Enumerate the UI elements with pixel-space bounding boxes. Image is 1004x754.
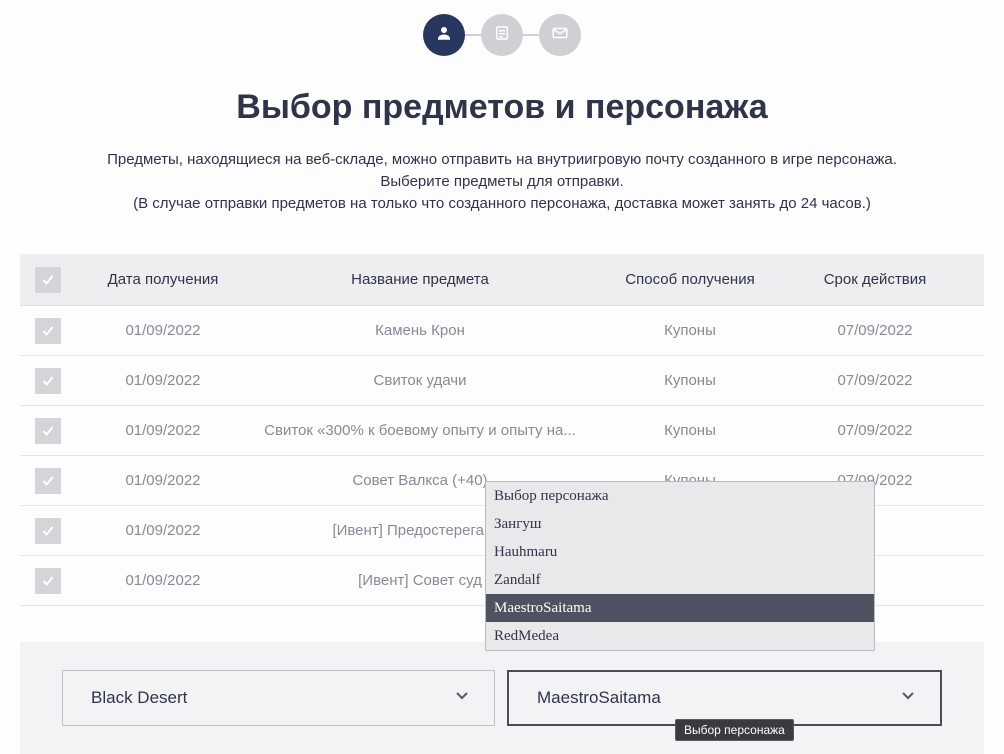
col-header-date: Дата получения (76, 271, 250, 288)
cell-name: Свиток удачи (250, 372, 590, 389)
chevron-down-icon (898, 686, 918, 711)
cell-method: Купоны (590, 422, 790, 439)
user-icon (435, 24, 453, 47)
desc-line-1: Предметы, находящиеся на веб-складе, мож… (30, 149, 974, 171)
dropdown-item[interactable]: Зангуш (486, 510, 874, 538)
row-checkbox[interactable] (35, 318, 61, 344)
dropdown-item[interactable]: Zandalf (486, 566, 874, 594)
cell-date: 01/09/2022 (76, 322, 250, 339)
table-row: 01/09/2022 Свиток «300% к боевому опыту … (20, 406, 984, 456)
progress-stepper (20, 10, 984, 74)
desc-line-3: (В случае отправки предметов на только ч… (30, 193, 974, 215)
cell-date: 01/09/2022 (76, 422, 250, 439)
chevron-down-icon (452, 686, 472, 711)
step-2-list (481, 14, 523, 56)
list-icon (493, 24, 511, 47)
row-checkbox[interactable] (35, 468, 61, 494)
cell-date: 01/09/2022 (76, 472, 250, 489)
cell-method: Купоны (590, 372, 790, 389)
table-row: 01/09/2022 Камень Крон Купоны 07/09/2022 (20, 306, 984, 356)
cell-date: 01/09/2022 (76, 572, 250, 589)
table-row: 01/09/2022 Свиток удачи Купоны 07/09/202… (20, 356, 984, 406)
table-header-row: Дата получения Название предмета Способ … (20, 254, 984, 306)
row-checkbox[interactable] (35, 568, 61, 594)
cell-date: 01/09/2022 (76, 372, 250, 389)
game-select-value: Black Desert (91, 688, 187, 708)
character-select-value: MaestroSaitama (537, 688, 661, 708)
tooltip: Выбор персонажа (675, 719, 794, 741)
step-1-user (423, 14, 465, 56)
cell-exp: 07/09/2022 (790, 372, 960, 389)
cell-exp: 07/09/2022 (790, 322, 960, 339)
dropdown-item[interactable]: RedMedea (486, 622, 874, 650)
dropdown-header[interactable]: Выбор персонажа (486, 482, 874, 510)
page-description: Предметы, находящиеся на веб-складе, мож… (20, 149, 984, 214)
dropdown-item[interactable]: MaestroSaitama (486, 594, 874, 622)
step-connector (523, 34, 539, 36)
row-checkbox[interactable] (35, 368, 61, 394)
mail-icon (551, 24, 569, 47)
page-title: Выбор предметов и персонажа (20, 88, 984, 127)
cell-method: Купоны (590, 322, 790, 339)
cell-name: Камень Крон (250, 322, 590, 339)
col-header-name: Название предмета (250, 271, 590, 288)
character-select[interactable]: MaestroSaitama (507, 670, 942, 726)
game-select[interactable]: Black Desert (62, 670, 495, 726)
character-dropdown[interactable]: Выбор персонажа Зангуш Hauhmaru Zandalf … (485, 481, 875, 651)
cell-name: Свиток «300% к боевому опыту и опыту на.… (250, 422, 590, 439)
col-header-method: Способ получения (590, 271, 790, 288)
row-checkbox[interactable] (35, 418, 61, 444)
select-all-checkbox[interactable] (35, 267, 61, 293)
cell-exp: 07/09/2022 (790, 422, 960, 439)
dropdown-item[interactable]: Hauhmaru (486, 538, 874, 566)
step-3-mail (539, 14, 581, 56)
col-header-exp: Срок действия (790, 271, 960, 288)
selector-bar: Black Desert MaestroSaitama (20, 642, 984, 754)
desc-line-2: Выберите предметы для отправки. (30, 171, 974, 193)
step-connector (465, 34, 481, 36)
cell-date: 01/09/2022 (76, 522, 250, 539)
row-checkbox[interactable] (35, 518, 61, 544)
